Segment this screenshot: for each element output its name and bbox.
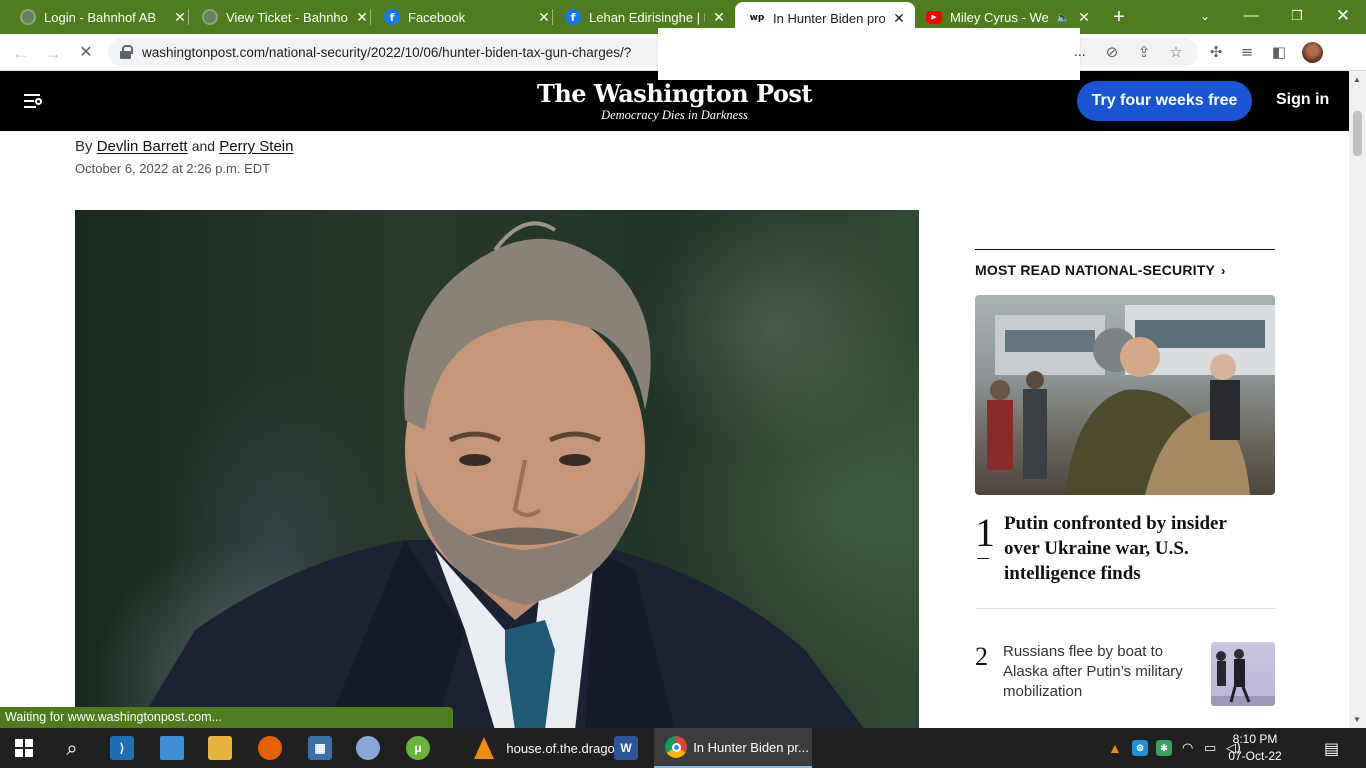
facebook-icon: f [565, 9, 581, 25]
speaker-icon[interactable]: 🔈 [1056, 11, 1070, 24]
calculator-icon[interactable]: ▦ [296, 728, 344, 768]
close-tab-icon[interactable]: ✕ [354, 9, 370, 26]
url-ellipsis: ... [1074, 43, 1086, 59]
rank-underline [977, 558, 989, 559]
vlc-icon [474, 737, 495, 759]
vscode-icon[interactable]: ⟩ [98, 728, 146, 768]
tab-title: Miley Cyrus - We [950, 9, 1049, 25]
close-tab-icon[interactable]: ✕ [172, 9, 188, 26]
most-read-thumbnail[interactable] [1211, 642, 1275, 706]
close-tab-icon[interactable]: ✕ [1076, 9, 1092, 26]
chrome-icon [665, 736, 688, 758]
article-lead-photo [75, 210, 919, 730]
tracking-blocked-icon[interactable]: ⊘ [1102, 42, 1122, 62]
scrollbar-thumb[interactable] [1353, 111, 1362, 156]
publish-date: October 6, 2022 at 2:26 p.m. EDT [75, 161, 271, 176]
reading-list-icon[interactable]: ≡ [1237, 42, 1257, 62]
notifications-icon[interactable]: ▤ [1324, 728, 1339, 768]
close-tab-icon[interactable]: ✕ [711, 9, 727, 26]
extensions-icon[interactable]: ✣ [1206, 42, 1226, 62]
sidebar-divider [975, 608, 1275, 609]
new-tab-button[interactable]: + [1108, 6, 1130, 28]
youtube-icon: ▶ [926, 10, 942, 24]
clock-date: 07-Oct-22 [1228, 749, 1282, 763]
taskbar-app-chrome[interactable]: In Hunter Biden pr... [654, 728, 812, 768]
system-clock[interactable]: 8:10 PM 07-Oct-22 [1224, 731, 1286, 765]
paint-icon[interactable] [344, 728, 392, 768]
most-read-heading[interactable]: MOST READ NATIONAL-SECURITY › [975, 262, 1275, 278]
side-panel-icon[interactable]: ◧ [1269, 42, 1289, 62]
back-button[interactable]: ← [10, 42, 32, 64]
most-read-headline[interactable]: Putin confronted by insider over Ukraine… [1004, 511, 1264, 586]
crowd-illustration [987, 305, 1275, 495]
tab-title: Facebook [408, 9, 466, 25]
portrait-illustration [135, 221, 865, 730]
sign-in-link[interactable]: Sign in [1276, 91, 1329, 109]
page-scrollbar[interactable]: ▲ ▼ [1349, 71, 1366, 728]
file-explorer-icon[interactable] [196, 728, 244, 768]
tab-search-icon[interactable]: ⌄ [1182, 0, 1228, 34]
facebook-icon: f [384, 9, 400, 25]
share-icon[interactable]: ⇪ [1134, 42, 1154, 62]
bookmark-star-icon[interactable]: ☆ [1166, 42, 1186, 62]
browser-tab[interactable]: Login - Bahnhof AB ✕ [20, 0, 189, 34]
and-label: and [191, 138, 216, 154]
site-header: The Washington Post Democracy Dies in Da… [0, 71, 1349, 131]
chevron-right-icon: › [1221, 263, 1226, 278]
author-link[interactable]: Devlin Barrett [97, 138, 188, 155]
windows-logo-icon [15, 739, 33, 757]
omnibox-dropdown [658, 28, 1080, 80]
most-read-sidebar: MOST READ NATIONAL-SECURITY › 1 Putin con… [975, 249, 1275, 706]
url-text[interactable]: washingtonpost.com/national-security/202… [142, 45, 662, 60]
subscribe-button[interactable]: Try four weeks free [1077, 81, 1252, 121]
most-read-heading-text: MOST READ NATIONAL-SECURITY [975, 262, 1216, 278]
sidebar-divider [975, 249, 1275, 250]
byline: By Devlin Barrett and Perry Stein [75, 138, 293, 155]
lock-icon[interactable] [120, 45, 133, 59]
most-read-photo[interactable] [975, 295, 1275, 495]
tab-title: In Hunter Biden probe [773, 10, 885, 26]
taskbar-app-label: In Hunter Biden pr... [693, 739, 809, 755]
stop-loading-button[interactable]: ✕ [75, 42, 97, 64]
tab-title: Lehan Edirisinghe | Fac [589, 9, 705, 25]
by-label: By [75, 138, 93, 155]
browser-status-bar: Waiting for www.washingtonpost.com... [0, 707, 453, 728]
utorrent-icon[interactable]: μ [394, 728, 442, 768]
rank-number: 2 [975, 642, 988, 671]
globe-icon [202, 9, 218, 25]
battery-icon[interactable]: ▭ [1204, 728, 1216, 768]
rank-number: 1 [975, 510, 995, 555]
browser-tab[interactable]: f Facebook ✕ [384, 0, 553, 34]
network-tray-icon[interactable]: ⚙ [1132, 728, 1148, 768]
windows-taskbar: ⌕ ⟩ ▦ μ house.of.the.drago... W In Hunte… [0, 728, 1366, 768]
close-window-button[interactable]: ✕ [1320, 0, 1366, 34]
browser-tab[interactable]: View Ticket - Bahnhof ✕ [202, 0, 371, 34]
app-tray-icon[interactable]: ✱ [1156, 728, 1172, 768]
soldiers-illustration [1211, 649, 1275, 706]
most-read-headline[interactable]: Russians flee by boat to Alaska after Pu… [1003, 642, 1203, 702]
author-link[interactable]: Perry Stein [219, 138, 293, 155]
start-button[interactable] [0, 728, 48, 768]
close-tab-icon[interactable]: ✕ [891, 10, 907, 27]
firefox-icon[interactable] [246, 728, 294, 768]
profile-avatar[interactable] [1302, 42, 1323, 63]
search-icon[interactable]: ⌕ [48, 728, 96, 768]
forward-button[interactable]: → [42, 42, 64, 64]
scroll-down-icon[interactable]: ▼ [1353, 715, 1361, 724]
scroll-up-icon[interactable]: ▲ [1353, 75, 1361, 84]
wifi-icon[interactable]: ◠ [1182, 728, 1193, 768]
wp-icon: wp [749, 10, 765, 26]
minimize-button[interactable]: — [1228, 0, 1274, 34]
globe-icon [20, 9, 36, 25]
tab-title: Login - Bahnhof AB [44, 9, 157, 25]
restore-button[interactable]: ❐ [1274, 0, 1320, 34]
vlc-tray-icon[interactable]: ▲ [1108, 728, 1122, 768]
clock-time: 8:10 PM [1232, 732, 1278, 746]
close-tab-icon[interactable]: ✕ [536, 9, 552, 26]
word-icon[interactable]: W [602, 728, 650, 768]
tab-title: View Ticket - Bahnhof [226, 9, 348, 25]
this-pc-icon[interactable] [148, 728, 196, 768]
